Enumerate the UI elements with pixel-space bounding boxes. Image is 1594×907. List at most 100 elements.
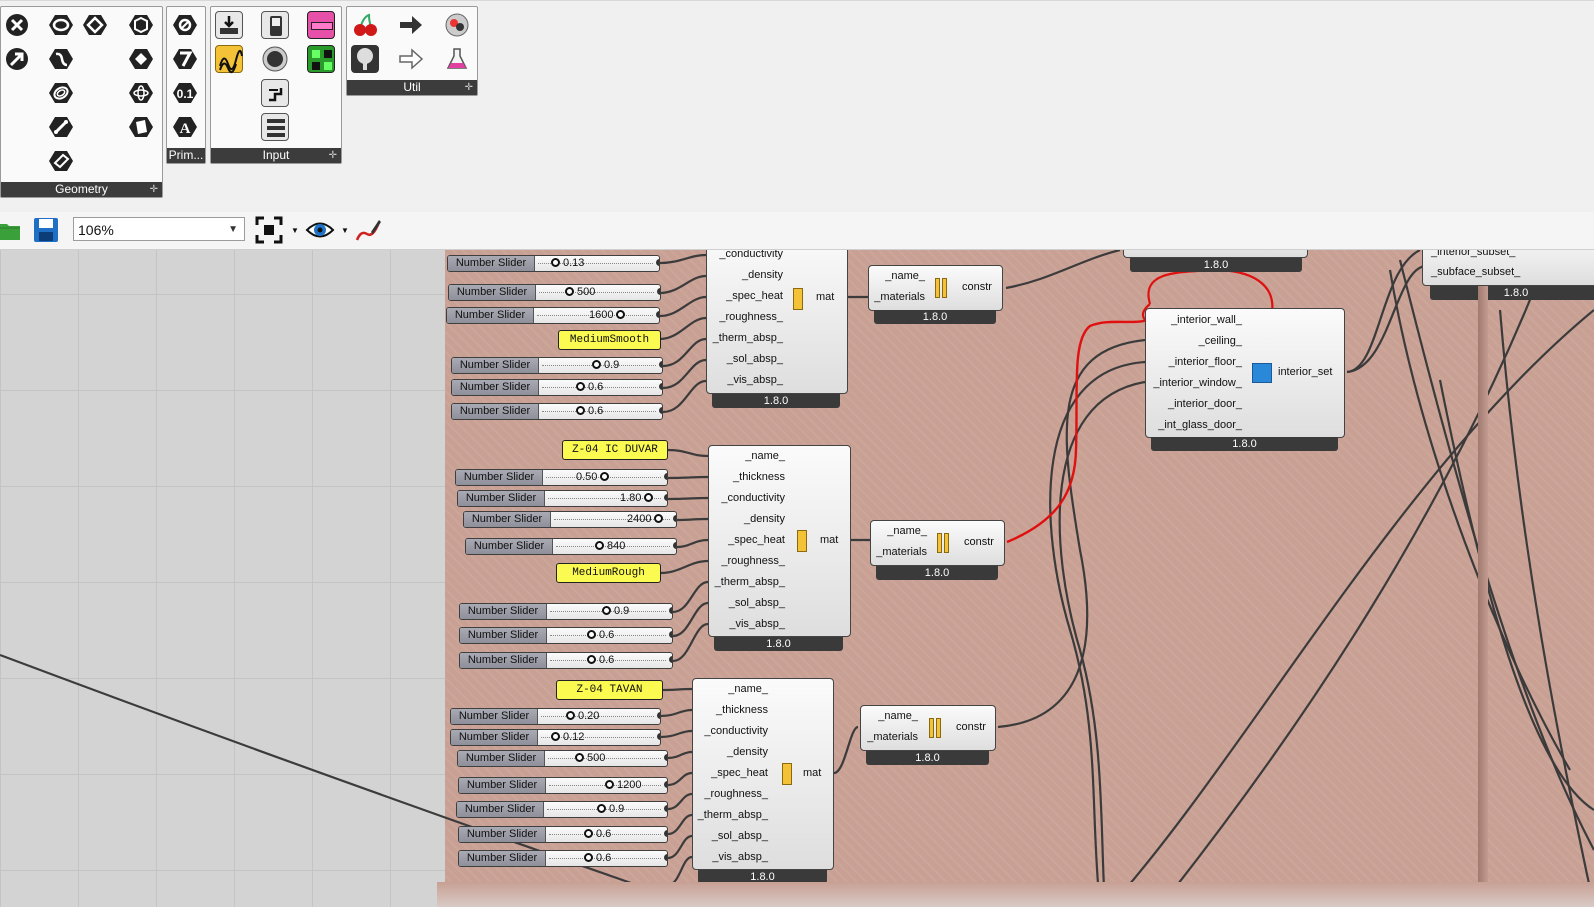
vector-arrow-icon[interactable] <box>3 45 31 73</box>
curve-param-icon[interactable] <box>47 45 75 73</box>
geometry-panel-label[interactable]: Geometry ✛ <box>1 182 162 197</box>
gradient-icon[interactable] <box>307 11 335 39</box>
group-edge <box>1478 286 1488 907</box>
circle-param-icon[interactable] <box>47 11 75 39</box>
number-slider[interactable]: Number Slider 0.6 <box>459 652 673 669</box>
wire-interior-window <box>1058 380 1146 907</box>
name-panel[interactable]: Z-04 IC DUVAR <box>562 440 668 460</box>
arrow-right-dark-icon[interactable] <box>397 11 425 39</box>
number-slider[interactable]: Number Slider 0.6 <box>459 627 673 644</box>
number-slider[interactable]: Number Slider 0.9 <box>451 357 663 374</box>
number-slider[interactable]: Number Slider 2400 <box>463 511 677 528</box>
zoom-extents-icon[interactable] <box>255 216 283 244</box>
roughness-panel[interactable]: MediumRough <box>556 563 661 583</box>
wire-diagonal-right-5 <box>1498 309 1594 907</box>
number-slider[interactable]: Number Slider 0.6 <box>458 826 668 843</box>
number-slider[interactable]: Number Slider 1600 <box>446 307 660 324</box>
number-slider[interactable]: Number Slider 0.13 <box>447 255 660 272</box>
line-param-icon[interactable] <box>47 113 75 141</box>
flask-icon[interactable] <box>443 45 471 73</box>
atom-param-icon[interactable] <box>127 79 155 107</box>
text-param-icon[interactable]: A <box>171 113 199 141</box>
wire-interior-floor <box>1049 360 1146 907</box>
number-slider[interactable]: Number Slider 1200 <box>458 777 668 794</box>
open-file-icon[interactable] <box>0 218 22 242</box>
number-slider[interactable]: Number Slider 500 <box>448 284 661 301</box>
zoom-level-select[interactable]: 106% ▼ <box>73 217 245 241</box>
mat-component[interactable]: _name_ _thickness _conductivity _density… <box>708 445 851 637</box>
number-slider[interactable]: Number Slider 500 <box>457 750 668 767</box>
number-slider[interactable]: Number Slider 0.6 <box>451 379 663 396</box>
util-panel: Util ✛ <box>346 6 478 96</box>
construction-icon <box>929 718 945 738</box>
input-panel-label[interactable]: Input ✛ <box>211 148 341 163</box>
ring-param-icon[interactable] <box>47 79 75 107</box>
number-slider[interactable]: Number Slider 1.80 <box>457 490 668 507</box>
cluster-icon[interactable] <box>443 11 471 39</box>
constr-component[interactable]: _name_ _materials constr <box>868 265 1003 311</box>
material-icon <box>793 288 803 310</box>
wire-interior-set-out <box>1346 250 1421 374</box>
constr-component[interactable]: _name_ _materials constr <box>860 705 996 751</box>
mesh-param-icon[interactable] <box>127 45 155 73</box>
number-slider[interactable]: Number Slider 0.6 <box>458 850 668 867</box>
number-slider[interactable]: Number Slider 0.6 <box>451 403 663 420</box>
sequence-icon[interactable] <box>261 79 289 107</box>
primitive-panel-label[interactable]: Prim... <box>167 148 205 163</box>
wire-interior-set-out-2 <box>1346 264 1426 374</box>
geometry-panel: Geometry ✛ <box>0 6 163 198</box>
button-icon[interactable] <box>261 45 289 73</box>
subset-component[interactable]: _interior_subset_ _subface_subset_ <box>1422 250 1594 286</box>
wire-ceiling <box>997 338 1146 729</box>
construction-icon <box>935 278 951 298</box>
construction-icon <box>937 533 953 553</box>
number-slider[interactable]: Number Slider 0.9 <box>456 801 668 818</box>
material-icon <box>797 530 807 552</box>
grasshopper-canvas[interactable]: Number Slider 0.13 Number Slider 500 Num… <box>0 250 1594 907</box>
util-panel-label[interactable]: Util ✛ <box>347 80 477 95</box>
box-param-icon[interactable] <box>81 11 109 39</box>
cherry-icon[interactable] <box>351 11 379 39</box>
canvas-toolbar: 106% ▼ ▼ ▼ <box>0 212 1594 250</box>
mesh-face-param-icon[interactable] <box>127 113 155 141</box>
constructionset-icon <box>1252 363 1272 383</box>
arrow-right-light-icon[interactable] <box>397 45 425 73</box>
wire-top-constr <box>1005 250 1121 290</box>
component-ribbon: Geometry ✛ 0.1 A Prim... Input ✛ Util ✛ <box>0 0 1594 213</box>
number-slider[interactable]: Number Slider 0.50 <box>455 469 668 486</box>
sketch-pen-icon[interactable] <box>353 216 383 244</box>
svg-text:0.1: 0.1 <box>177 87 194 101</box>
boolean-param-icon[interactable] <box>171 11 199 39</box>
number-slider[interactable]: Number Slider 0.20 <box>450 708 661 725</box>
roughness-panel[interactable]: MediumSmooth <box>558 330 661 350</box>
graph-mapper-icon[interactable] <box>215 45 243 74</box>
zoom-extents-dropdown-icon[interactable]: ▼ <box>291 226 299 235</box>
surface-param-icon[interactable] <box>47 147 75 175</box>
number-slider[interactable]: Number Slider 840 <box>465 538 677 555</box>
delete-icon[interactable] <box>3 11 31 39</box>
preview-dropdown-icon[interactable]: ▼ <box>341 226 349 235</box>
save-icon[interactable] <box>33 217 59 243</box>
data-input-icon[interactable] <box>215 11 243 39</box>
number-slider[interactable]: Number Slider 0.12 <box>450 729 661 746</box>
mat-component[interactable]: _name_ _thickness _conductivity _density… <box>692 678 834 870</box>
preview-eye-icon[interactable] <box>305 219 335 241</box>
zoom-level-value: 106% <box>78 222 114 238</box>
number-param-icon[interactable]: 0.1 <box>171 79 199 107</box>
brep-param-icon[interactable] <box>127 11 155 39</box>
interior-set-component[interactable]: _interior_wall_ _ceiling_ _interior_floo… <box>1145 308 1345 438</box>
wire-interior-wall-highlight <box>1006 318 1149 544</box>
constr-component[interactable]: _name_ _materials constr <box>870 520 1005 566</box>
material-icon <box>782 763 792 785</box>
integer-param-icon[interactable] <box>171 45 199 73</box>
value-list-icon[interactable] <box>261 113 289 141</box>
number-slider[interactable]: Number Slider 0.9 <box>459 603 673 620</box>
upstream-component <box>1123 250 1308 258</box>
input-panel: Input ✛ <box>210 6 342 164</box>
chevron-down-icon: ▼ <box>228 224 238 235</box>
tree-icon[interactable] <box>351 45 379 73</box>
mat-component[interactable]: _conductivity _density _spec_heat _rough… <box>706 250 848 394</box>
name-panel[interactable]: Z-04 TAVAN <box>556 680 663 700</box>
toggle-icon[interactable] <box>261 11 289 39</box>
colour-swatch-icon[interactable] <box>307 45 335 73</box>
